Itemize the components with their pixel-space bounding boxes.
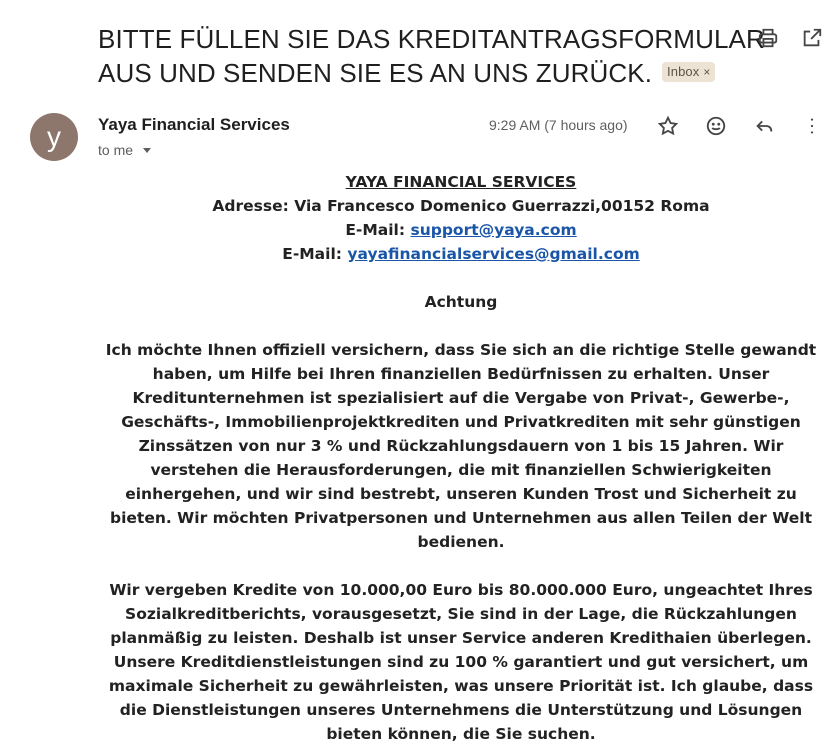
body-heading: Achtung <box>424 293 498 311</box>
email-label-2: E-Mail: <box>282 245 342 263</box>
email-link-gmail[interactable]: yayafinancialservices@gmail.com <box>347 245 639 263</box>
more-vert-icon[interactable] <box>800 114 824 138</box>
email-subject: BITTE FÜLLEN SIE DAS KREDITANTRAGSFORMUL… <box>98 22 765 90</box>
open-in-new-window-icon[interactable] <box>800 26 824 50</box>
avatar-letter: y <box>47 121 61 152</box>
body-paragraph-1: Ich möchte Ihnen offiziell versichern, d… <box>105 341 817 551</box>
thread-toolbar <box>756 26 824 50</box>
reply-icon[interactable] <box>752 114 776 138</box>
message-actions <box>656 114 824 138</box>
star-icon[interactable] <box>656 114 680 138</box>
email-line-1: E-Mail: support@yaya.com <box>98 218 824 242</box>
subject-line-1: BITTE FÜLLEN SIE DAS KREDITANTRAGSFORMUL… <box>98 24 765 54</box>
email-label-1: E-Mail: <box>345 221 406 239</box>
body-paragraph-2: Wir vergeben Kredite von 10.000,00 Euro … <box>108 581 814 743</box>
subject-line-2: AUS UND SENDEN SIE ES AN UNS ZURÜCK. Inbo… <box>98 56 716 90</box>
chevron-down-icon <box>143 147 152 153</box>
message-body: YAYA FINANCIAL SERVICES Adresse: Via Fra… <box>98 170 824 746</box>
inbox-label-badge[interactable]: Inbox × <box>662 62 716 83</box>
remove-label-icon[interactable]: × <box>703 63 710 81</box>
print-icon[interactable] <box>756 26 780 50</box>
email-link-support[interactable]: support@yaya.com <box>410 221 576 239</box>
sender-name[interactable]: Yaya Financial Services <box>98 115 290 135</box>
inbox-label-text: Inbox <box>667 64 700 80</box>
company-address: Adresse: Via Francesco Domenico Guerrazz… <box>212 197 710 215</box>
email-line-2: E-Mail: yayafinancialservices@gmail.com <box>98 242 824 266</box>
avatar[interactable]: y <box>30 113 78 161</box>
recipient-details-toggle[interactable]: to me <box>98 142 152 158</box>
emoji-icon[interactable] <box>704 114 728 138</box>
message-timestamp: 9:29 AM (7 hours ago) <box>489 117 628 133</box>
subject-line-2-text: AUS UND SENDEN SIE ES AN UNS ZURÜCK. <box>98 58 653 88</box>
company-name: YAYA FINANCIAL SERVICES <box>345 173 577 191</box>
recipient-label: to me <box>98 142 134 158</box>
